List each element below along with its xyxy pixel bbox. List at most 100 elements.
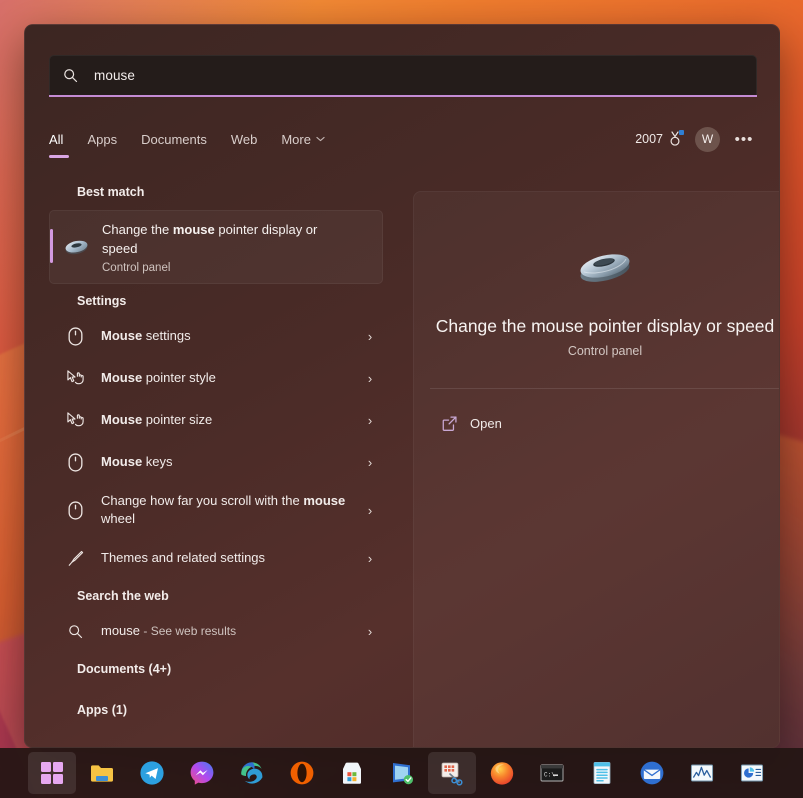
tab-web-label: Web <box>231 132 258 147</box>
preview-divider <box>430 388 780 389</box>
chevron-right-icon[interactable]: › <box>357 624 383 639</box>
taskbar-messenger[interactable] <box>178 752 226 794</box>
chevron-right-icon[interactable]: › <box>357 503 383 518</box>
taskbar-opera-gx[interactable] <box>278 752 326 794</box>
result-label-rest: keys <box>142 454 172 469</box>
result-row-mouse-keys[interactable]: Mouse keys › <box>49 441 383 483</box>
search-header-actions: 2007 W ••• <box>635 127 757 152</box>
search-input[interactable]: mouse <box>90 68 756 83</box>
chevron-right-icon[interactable]: › <box>357 551 383 566</box>
result-label-highlight: mouse <box>303 493 345 508</box>
best-match-title-prefix: Change the <box>102 222 173 237</box>
result-label-highlight: Mouse <box>101 328 142 343</box>
messenger-icon <box>189 760 215 786</box>
taskbar-mail[interactable] <box>628 752 676 794</box>
taskbar-firefox[interactable] <box>478 752 526 794</box>
mail-icon <box>639 760 665 786</box>
taskbar-file-explorer[interactable] <box>78 752 126 794</box>
result-label: Mouse pointer size <box>101 411 357 429</box>
search-filter-tabs: All Apps Documents Web More 2007 <box>49 117 757 161</box>
chevron-right-icon[interactable]: › <box>357 371 383 386</box>
best-match-text: Change the mouse pointer display or spee… <box>102 220 336 274</box>
result-row-themes[interactable]: Themes and related settings › <box>49 537 383 579</box>
result-row-mouse-pointer-size[interactable]: Mouse pointer size › <box>49 399 383 441</box>
taskbar-performance-monitor[interactable] <box>678 752 726 794</box>
result-label-rest: pointer style <box>142 370 216 385</box>
remote-desktop-icon <box>389 760 415 786</box>
search-icon <box>49 624 101 639</box>
avatar[interactable]: W <box>695 127 720 152</box>
tab-more[interactable]: More <box>281 122 325 156</box>
result-label-prefix: Change how far you scroll with the <box>101 493 303 508</box>
selection-accent-bar <box>50 229 53 263</box>
result-row-mouse-settings[interactable]: Mouse settings › <box>49 315 383 357</box>
tab-all[interactable]: All <box>49 122 63 156</box>
taskbar-microsoft-store[interactable] <box>328 752 376 794</box>
search-input-container[interactable]: mouse <box>49 55 757 95</box>
result-label-rest: settings <box>142 328 190 343</box>
mouse-3d-icon <box>50 237 102 257</box>
best-match-subtitle: Control panel <box>102 262 332 274</box>
result-row-mouse-pointer-style[interactable]: Mouse pointer style › <box>49 357 383 399</box>
search-results-list[interactable]: Best match Change the mouse point <box>49 175 389 748</box>
taskbar-remote-desktop[interactable] <box>378 752 426 794</box>
start-button[interactable] <box>28 752 76 794</box>
cursor-hand-icon <box>49 369 101 387</box>
medal-icon <box>668 131 682 147</box>
tab-apps-label: Apps <box>87 132 117 147</box>
taskbar-command-prompt[interactable]: C:\ <box>528 752 576 794</box>
section-header-documents: Documents (4+) <box>49 652 389 683</box>
result-label-highlight: Mouse <box>101 370 142 385</box>
best-match-title: Change the mouse pointer display or spee… <box>102 220 332 258</box>
section-header-apps: Apps (1) <box>49 683 389 724</box>
tab-documents-label: Documents <box>141 132 207 147</box>
preview-subtitle: Control panel <box>414 344 780 358</box>
search-icon <box>50 68 90 83</box>
result-label: Mouse settings <box>101 327 357 345</box>
open-action-button[interactable]: Open <box>414 406 780 440</box>
section-header-settings: Settings <box>49 284 389 315</box>
result-label: Themes and related settings <box>101 549 357 567</box>
chevron-right-icon[interactable]: › <box>357 413 383 428</box>
result-label: Mouse pointer style <box>101 369 357 387</box>
chevron-right-icon[interactable]: › <box>357 455 383 470</box>
external-link-icon <box>432 415 466 432</box>
result-preview-panel: Change the mouse pointer display or spee… <box>413 191 780 748</box>
tab-all-label: All <box>49 132 63 147</box>
tab-web[interactable]: Web <box>231 122 258 156</box>
presentation-icon <box>739 760 765 786</box>
taskbar-telegram[interactable] <box>128 752 176 794</box>
chevron-right-icon[interactable]: › <box>357 329 383 344</box>
avatar-initial: W <box>702 132 713 146</box>
result-row-web-search[interactable]: mouse - See web results › <box>49 610 383 652</box>
tab-apps[interactable]: Apps <box>87 122 117 156</box>
best-match-result[interactable]: Change the mouse pointer display or spee… <box>49 210 383 284</box>
best-match-title-highlight: mouse <box>173 222 215 237</box>
preview-title: Change the mouse pointer display or spee… <box>414 314 780 338</box>
web-suffix-text: - See web results <box>140 624 236 638</box>
notepad-icon <box>589 760 615 786</box>
taskbar-notepad[interactable] <box>578 752 626 794</box>
snipping-tool-icon <box>439 760 465 786</box>
more-dots-icon: ••• <box>735 131 754 148</box>
rewards-points[interactable]: 2007 <box>635 131 682 147</box>
taskbar-snipping-tool[interactable] <box>428 752 476 794</box>
paintbrush-icon <box>49 550 101 567</box>
more-options-button[interactable]: ••• <box>733 128 755 150</box>
taskbar-microsoft-edge[interactable] <box>228 752 276 794</box>
tab-documents[interactable]: Documents <box>141 122 207 156</box>
tab-more-label: More <box>281 132 311 147</box>
chevron-down-icon <box>316 134 325 144</box>
open-action-label: Open <box>466 416 502 431</box>
web-query-text: mouse <box>101 623 140 638</box>
cursor-hand-icon <box>49 411 101 429</box>
search-focus-underline <box>49 95 757 97</box>
result-row-scroll-wheel[interactable]: Change how far you scroll with the mouse… <box>49 483 383 537</box>
taskbar-presentation-app[interactable] <box>728 752 776 794</box>
rewards-points-value: 2007 <box>635 132 663 146</box>
result-label-highlight: Mouse <box>101 454 142 469</box>
telegram-icon <box>139 760 165 786</box>
mouse-outline-icon <box>49 327 101 346</box>
result-label: Change how far you scroll with the mouse… <box>101 492 357 528</box>
mouse-outline-icon <box>49 453 101 472</box>
